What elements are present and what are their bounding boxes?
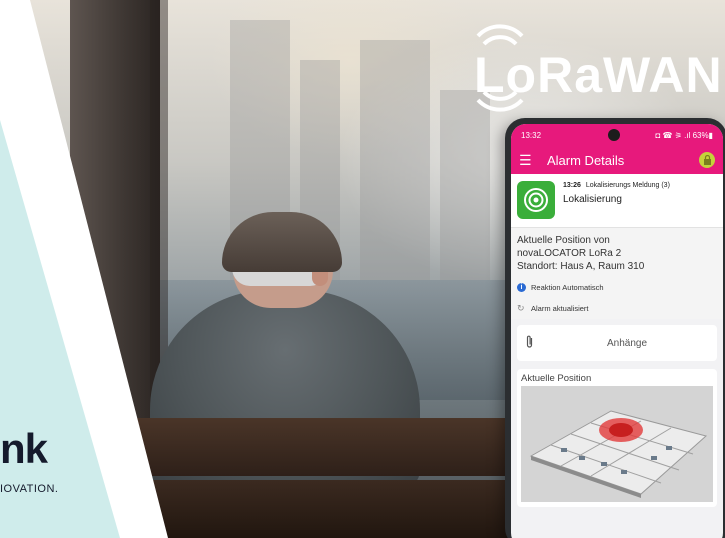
info-icon: i <box>517 283 526 292</box>
alarm-title: Lokalisierung <box>563 194 622 205</box>
brand-logo-word: nk <box>0 425 48 472</box>
update-status: ↻ Alarm aktualisiert <box>517 302 717 315</box>
details-device: novaLOCATOR LoRa 2 <box>517 248 622 259</box>
status-time: 13:32 <box>521 130 542 140</box>
details-location: Standort: Haus A, Raum 310 <box>517 261 645 272</box>
attachments-label: Anhänge <box>606 337 648 349</box>
city-building <box>360 40 430 280</box>
app-bar: ☰ Alarm Details <box>511 146 723 174</box>
alarm-details: Aktuelle Position von novaLOCATOR LoRa 2… <box>511 228 723 319</box>
refresh-icon: ↻ <box>517 303 525 313</box>
phone-screen: 13:32 ◘ ☎ ⚞ .ıl 63%▮ ☰ Alarm Details 13:… <box>511 124 723 538</box>
lorawan-logo: LoRaWAN <box>470 22 725 117</box>
alarm-header[interactable]: 13:26 Lokalisierungs Meldung (3) Lokalis… <box>511 174 723 228</box>
reaction-status: i Reaktion Automatisch <box>517 281 717 294</box>
bench-backrest <box>130 418 520 476</box>
attachments-button[interactable]: Anhänge <box>517 325 717 361</box>
alarm-type: Lokalisierungs Meldung (3) <box>585 182 670 189</box>
status-indicators: ◘ ☎ ⚞ .ıl 63%▮ <box>655 130 714 140</box>
alarm-meta: 13:26 Lokalisierungs Meldung (3) <box>563 182 670 189</box>
lorawan-wordmark: LoRaWAN <box>474 47 723 103</box>
alarm-time: 13:26 <box>563 182 581 189</box>
update-label: Alarm aktualisiert <box>531 304 589 313</box>
paperclip-icon <box>525 335 545 352</box>
status-bar: 13:32 ◘ ☎ ⚞ .ıl 63%▮ <box>511 124 723 146</box>
position-card[interactable]: Aktuelle Position <box>517 369 717 507</box>
floor-plan-3d-icon[interactable] <box>521 386 713 502</box>
hamburger-menu-icon[interactable]: ☰ <box>519 153 535 167</box>
brand-tagline: IOVATION. <box>0 483 59 495</box>
front-camera <box>608 129 620 141</box>
city-building <box>440 90 490 280</box>
lock-icon[interactable] <box>699 152 715 168</box>
reaction-label: Reaktion Automatisch <box>531 283 604 292</box>
position-label: Aktuelle Position <box>521 373 592 384</box>
page-title: Alarm Details <box>547 152 625 168</box>
details-line: Aktuelle Position von <box>517 235 610 246</box>
smartphone: 13:32 ◘ ☎ ⚞ .ıl 63%▮ ☰ Alarm Details 13:… <box>505 118 725 538</box>
localization-target-icon <box>517 181 555 219</box>
bench-seat <box>130 480 520 538</box>
